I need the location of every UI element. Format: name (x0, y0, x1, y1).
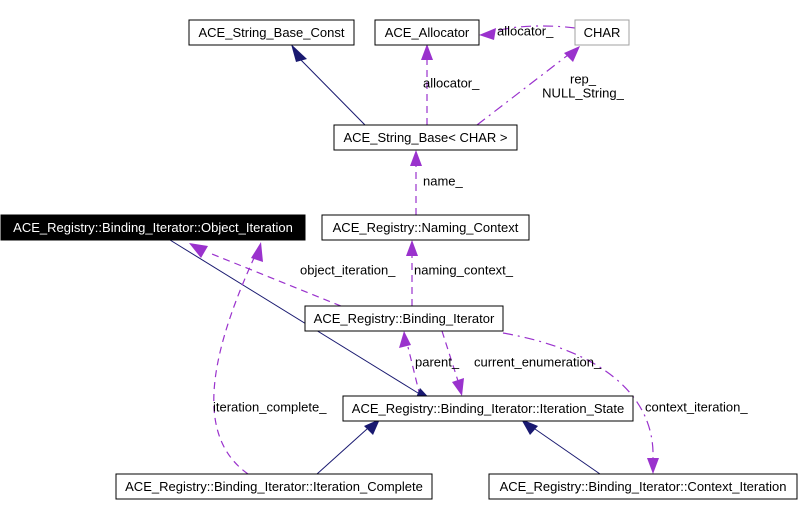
edge-label-null-string: NULL_String_ (542, 85, 624, 100)
edge-inheritance-contextiteration-to-iterationstate (521, 419, 601, 475)
edge-label-naming-context: naming_context_ (414, 262, 514, 277)
node-iteration-complete[interactable]: ACE_Registry::Binding_Iterator::Iteratio… (115, 473, 433, 500)
edge-inheritance-stringbase-to-stringbaseconst (291, 44, 366, 126)
edge-label-allocator-top: allocator_ (497, 23, 554, 38)
edge-label-allocator-mid: allocator_ (423, 75, 480, 90)
edge-inheritance-iterationcomplete-to-iterationstate (316, 419, 380, 475)
uml-collaboration-diagram: ACE_String_Base_Const ACE_Allocator CHAR… (0, 0, 798, 515)
diagram-canvas: ACE_String_Base_Const ACE_Allocator CHAR… (0, 19, 798, 500)
edge-label-context-iteration: context_iteration_ (645, 399, 748, 414)
node-label-iteration-state: ACE_Registry::Binding_Iterator::Iteratio… (352, 401, 624, 416)
node-label-char: CHAR (584, 25, 621, 40)
edge-label-name: name_ (423, 173, 464, 188)
edge-label-iteration-complete: iteration_complete_ (213, 399, 327, 414)
node-ace-string-base-char[interactable]: ACE_String_Base< CHAR > (333, 124, 518, 151)
node-context-iteration[interactable]: ACE_Registry::Binding_Iterator::Context_… (488, 473, 798, 500)
node-label-ace-string-base-const: ACE_String_Base_Const (199, 25, 345, 40)
node-label-object-iteration: ACE_Registry::Binding_Iterator::Object_I… (13, 220, 293, 235)
node-label-binding-iterator: ACE_Registry::Binding_Iterator (314, 311, 495, 326)
node-naming-context[interactable]: ACE_Registry::Naming_Context (321, 214, 530, 241)
edge-label-rep: rep_ (570, 71, 597, 86)
node-ace-allocator[interactable]: ACE_Allocator (374, 19, 480, 46)
edge-label-parent: parent_ (415, 354, 460, 369)
edge-label-current-enumeration: current_enumeration_ (474, 354, 602, 369)
node-label-ace-string-base-char: ACE_String_Base< CHAR > (343, 130, 507, 145)
node-binding-iterator[interactable]: ACE_Registry::Binding_Iterator (304, 305, 504, 332)
node-iteration-state[interactable]: ACE_Registry::Binding_Iterator::Iteratio… (342, 395, 634, 422)
node-object-iteration[interactable]: ACE_Registry::Binding_Iterator::Object_I… (0, 214, 306, 241)
node-ace-string-base-const[interactable]: ACE_String_Base_Const (188, 19, 355, 46)
node-label-naming-context: ACE_Registry::Naming_Context (333, 220, 519, 235)
edge-usage-namingcontext-to-stringbase (410, 150, 422, 215)
edge-label-object-iteration: object_iteration_ (300, 262, 396, 277)
node-char[interactable]: CHAR (574, 19, 630, 46)
node-label-context-iteration: ACE_Registry::Binding_Iterator::Context_… (500, 479, 787, 494)
edge-usage-iterationcomplete-to-objectiteration (213, 242, 263, 475)
node-layer: ACE_String_Base_Const ACE_Allocator CHAR… (0, 19, 798, 500)
node-label-iteration-complete: ACE_Registry::Binding_Iterator::Iteratio… (125, 479, 423, 494)
node-label-ace-allocator: ACE_Allocator (385, 25, 470, 40)
